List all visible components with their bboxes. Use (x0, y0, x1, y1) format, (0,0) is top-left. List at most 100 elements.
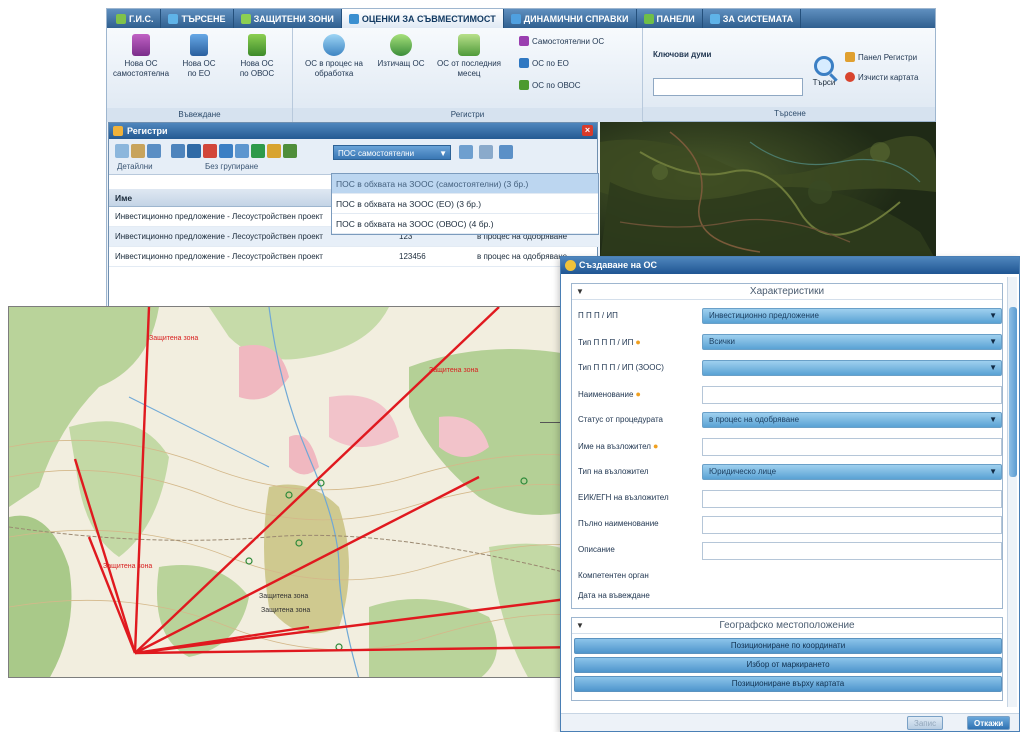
register-icon (519, 36, 529, 46)
scrollbar-thumb[interactable] (1009, 307, 1017, 477)
refresh-icon[interactable] (459, 145, 473, 159)
view-details-icon[interactable] (115, 144, 129, 158)
save-button[interactable]: Запис (907, 716, 944, 730)
client-type-select[interactable]: Юридическо лице ▼ (702, 464, 1002, 480)
standalone-assessments-link[interactable]: Самостоятелни ОС (519, 36, 604, 46)
tab-label: ЗАЩИТЕНИ ЗОНИ (253, 13, 334, 24)
select-from-marked-button[interactable]: Избор от маркирането (574, 657, 1002, 673)
table-row[interactable]: Инвестиционно предложение - Лесоустройст… (109, 247, 599, 267)
field-label: Описание (578, 545, 615, 554)
tab-1[interactable]: ТЪРСЕНЕ (161, 9, 234, 28)
procedure-status-select[interactable]: в процес на одобряване ▼ (702, 412, 1002, 428)
cancel-button[interactable]: Откажи (967, 716, 1011, 730)
eo-assessments-link[interactable]: ОС по ЕО (519, 58, 569, 68)
ppp-type-select[interactable]: Всички ▼ (702, 334, 1002, 350)
field-label: Наименование ● (578, 389, 641, 399)
characteristics-header[interactable]: ▼ Характеристики (572, 284, 1002, 300)
collapse-icon[interactable]: ▼ (576, 284, 584, 300)
expiring-assessments-button[interactable]: Изтичащ ОС (373, 34, 429, 69)
registers-panel-link[interactable]: Панел Регистри (845, 52, 917, 62)
geographic-header[interactable]: ▼ Географско местоположение (572, 618, 1002, 634)
position-on-map-button[interactable]: Позициониране върху картата (574, 676, 1002, 692)
view-group-icon[interactable] (147, 144, 161, 158)
satellite-map[interactable] (600, 122, 936, 260)
ribbon-group-label: Регистри (293, 108, 642, 122)
new-eo-assessment-button[interactable]: Нова ОС по ЕО (171, 34, 227, 79)
register-type-select[interactable]: ПОС самостоятелни ▼ (333, 145, 451, 160)
field-label: Пълно наименование (578, 519, 659, 528)
tab-4[interactable]: ДИНАМИЧНИ СПРАВКИ (504, 9, 637, 28)
field-row: ЕИК/ЕГН на възложител (578, 488, 1002, 510)
clear-map-link[interactable]: Изчисти картата (845, 72, 918, 82)
new-standalone-assessment-button[interactable]: Нова ОС самостоятелна (113, 34, 169, 79)
copy-icon[interactable] (235, 144, 249, 158)
tab-6[interactable]: ЗА СИСТЕМАТА (703, 9, 802, 28)
field-row: Наименование ● (578, 384, 1002, 406)
layers-icon[interactable] (187, 144, 201, 158)
dropdown-option[interactable]: ПОС в обхвата на ЗООС (самостоятелни) (3… (332, 174, 598, 194)
print-icon[interactable] (499, 145, 513, 159)
client-name-field[interactable] (702, 438, 1002, 456)
full-name-field[interactable] (702, 516, 1002, 534)
tab-0[interactable]: Г.И.С. (109, 9, 162, 28)
tab-icon (510, 13, 521, 24)
register-type-dropdown: ПОС в обхвата на ЗООС (самостоятелни) (3… (331, 173, 599, 235)
tab-3[interactable]: ОЦЕНКИ ЗА СЪВМЕСТИМОСТ (341, 9, 504, 28)
topographic-map-canvas (9, 307, 581, 677)
dialog-scrollbar[interactable] (1007, 277, 1017, 707)
name-field[interactable] (702, 386, 1002, 404)
document-add-icon (248, 34, 266, 56)
registers-icon (113, 126, 123, 136)
ovos-assessments-link[interactable]: ОС по ОВОС (519, 80, 581, 90)
grid-icon[interactable] (171, 144, 185, 158)
view-list-icon[interactable] (131, 144, 145, 158)
chevron-down-icon: ▼ (439, 149, 447, 158)
filter-icon[interactable] (479, 145, 493, 159)
geographic-section: ▼ Географско местоположение Позициониран… (571, 617, 1003, 701)
new-ovos-assessment-button[interactable]: Нова ОС по ОВОС (229, 34, 285, 79)
tab-icon (709, 13, 720, 24)
chart-icon[interactable] (283, 144, 297, 158)
ppp-type-zoos-select[interactable]: ▼ (702, 360, 1002, 376)
ribbon-group-label: Въвеждане (107, 108, 292, 122)
collapse-icon[interactable]: ▼ (576, 618, 584, 634)
tab-icon (348, 13, 359, 24)
client-id-field[interactable] (702, 490, 1002, 508)
field-row: Тип на възложител Юридическо лице ▼ (578, 462, 1002, 484)
characteristics-section: ▼ Характеристики П П П / ИП Инвестиционн… (571, 283, 1003, 609)
tab-label: ДИНАМИЧНИ СПРАВКИ (523, 13, 629, 24)
field-row: Статус от процедурата в процес на одобря… (578, 410, 1002, 432)
last-month-assessments-button[interactable]: ОС от последния месец (433, 34, 505, 79)
tab-5[interactable]: ПАНЕЛИ (637, 9, 703, 28)
chevron-down-icon: ▼ (989, 415, 997, 424)
close-icon[interactable]: × (582, 125, 593, 136)
ribbon-group-registers: ОС в процес на обработка Изтичащ ОС ОС о… (293, 28, 643, 122)
search-button[interactable]: Търси (807, 56, 841, 87)
document-add-icon (132, 34, 150, 56)
export-excel-icon[interactable] (251, 144, 265, 158)
position-by-coordinates-button[interactable]: Позициониране по координати (574, 638, 1002, 654)
tab-label: ОЦЕНКИ ЗА СЪВМЕСТИМОСТ (361, 13, 496, 24)
satellite-imagery (600, 122, 936, 260)
tab-2[interactable]: ЗАЩИТЕНИ ЗОНИ (234, 9, 342, 28)
description-field[interactable] (702, 542, 1002, 560)
calendar-icon[interactable] (219, 144, 233, 158)
map-label: Защитена зона (261, 607, 311, 614)
field-label: ЕИК/ЕГН на възложител (578, 493, 669, 502)
map-label: Защитена зона (103, 563, 153, 570)
ppp-select[interactable]: Инвестиционно предложение ▼ (702, 308, 1002, 324)
field-row: П П П / ИП Инвестиционно предложение ▼ (578, 306, 1002, 328)
field-row: Име на възложител ● (578, 436, 1002, 458)
topographic-map[interactable]: Защитена зона Защитена зона Защитена зон… (8, 306, 582, 678)
chevron-down-icon: ▼ (989, 311, 997, 320)
field-label: Статус от процедурата (578, 415, 663, 424)
create-assessment-dialog: Създаване на ОС ▼ Характеристики П П П /… (560, 256, 1020, 732)
dropdown-option[interactable]: ПОС в обхвата на ЗООС (ОВОС) (4 бр.) (332, 214, 598, 234)
edit-icon[interactable] (203, 144, 217, 158)
font-icon[interactable] (267, 144, 281, 158)
keywords-input[interactable] (653, 78, 803, 96)
tab-label: ТЪРСЕНЕ (181, 13, 226, 24)
assessments-in-process-button[interactable]: ОС в процес на обработка (299, 34, 369, 79)
ribbon-group-input: Нова ОС самостоятелна Нова ОС по ЕО Нова… (107, 28, 293, 122)
dropdown-option[interactable]: ПОС в обхвата на ЗООС (ЕО) (3 бр.) (332, 194, 598, 214)
